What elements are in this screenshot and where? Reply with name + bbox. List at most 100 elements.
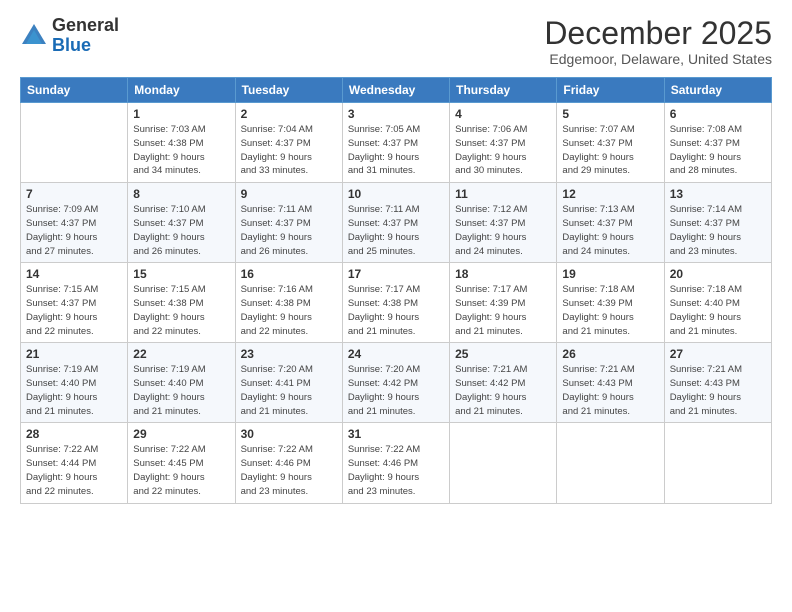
week-row-3: 21Sunrise: 7:19 AMSunset: 4:40 PMDayligh…	[21, 343, 772, 423]
day-info: Sunrise: 7:11 AMSunset: 4:37 PMDaylight:…	[348, 203, 444, 258]
header: General Blue December 2025 Edgemoor, Del…	[20, 16, 772, 67]
calendar-cell: 30 Sunrise: 7:22 AMSunset: 4:46 PMDayligh…	[235, 423, 342, 503]
day-info: Sunrise: 7:22 AMSunset: 4:46 PMDaylight:…	[241, 443, 337, 498]
calendar-cell: 29 Sunrise: 7:22 AMSunset: 4:45 PMDayligh…	[128, 423, 235, 503]
calendar-cell: 6 Sunrise: 7:08 AMSunset: 4:37 PMDaylight…	[664, 103, 771, 183]
calendar-cell: 5 Sunrise: 7:07 AMSunset: 4:37 PMDaylight…	[557, 103, 664, 183]
day-info: Sunrise: 7:12 AMSunset: 4:37 PMDaylight:…	[455, 203, 551, 258]
day-info: Sunrise: 7:09 AMSunset: 4:37 PMDaylight:…	[26, 203, 122, 258]
month-title: December 2025	[544, 16, 772, 51]
weekday-header-monday: Monday	[128, 78, 235, 103]
day-info: Sunrise: 7:10 AMSunset: 4:37 PMDaylight:…	[133, 203, 229, 258]
title-block: December 2025 Edgemoor, Delaware, United…	[544, 16, 772, 67]
calendar-cell: 18 Sunrise: 7:17 AMSunset: 4:39 PMDayligh…	[450, 263, 557, 343]
calendar-cell	[664, 423, 771, 503]
day-info: Sunrise: 7:03 AMSunset: 4:38 PMDaylight:…	[133, 123, 229, 178]
calendar-cell	[21, 103, 128, 183]
day-number: 10	[348, 187, 444, 201]
day-info: Sunrise: 7:14 AMSunset: 4:37 PMDaylight:…	[670, 203, 766, 258]
day-info: Sunrise: 7:18 AMSunset: 4:39 PMDaylight:…	[562, 283, 658, 338]
calendar-cell: 3 Sunrise: 7:05 AMSunset: 4:37 PMDaylight…	[342, 103, 449, 183]
day-info: Sunrise: 7:18 AMSunset: 4:40 PMDaylight:…	[670, 283, 766, 338]
day-info: Sunrise: 7:21 AMSunset: 4:42 PMDaylight:…	[455, 363, 551, 418]
day-number: 7	[26, 187, 122, 201]
day-number: 29	[133, 427, 229, 441]
logo-text: General Blue	[52, 16, 119, 56]
page: General Blue December 2025 Edgemoor, Del…	[0, 0, 792, 612]
calendar-cell: 9Sunrise: 7:11 AMSunset: 4:37 PMDaylight…	[235, 183, 342, 263]
day-info: Sunrise: 7:04 AMSunset: 4:37 PMDaylight:…	[241, 123, 337, 178]
calendar-cell: 20 Sunrise: 7:18 AMSunset: 4:40 PMDayligh…	[664, 263, 771, 343]
day-number: 25	[455, 347, 551, 361]
day-info: Sunrise: 7:07 AMSunset: 4:37 PMDaylight:…	[562, 123, 658, 178]
day-number: 20	[670, 267, 766, 281]
logo-icon	[20, 22, 48, 50]
day-info: Sunrise: 7:19 AMSunset: 4:40 PMDaylight:…	[26, 363, 122, 418]
day-info: Sunrise: 7:20 AMSunset: 4:42 PMDaylight:…	[348, 363, 444, 418]
day-info: Sunrise: 7:13 AMSunset: 4:37 PMDaylight:…	[562, 203, 658, 258]
calendar-cell: 4 Sunrise: 7:06 AMSunset: 4:37 PMDaylight…	[450, 103, 557, 183]
weekday-header-thursday: Thursday	[450, 78, 557, 103]
calendar-cell: 27 Sunrise: 7:21 AMSunset: 4:43 PMDayligh…	[664, 343, 771, 423]
calendar-cell: 2 Sunrise: 7:04 AMSunset: 4:37 PMDaylight…	[235, 103, 342, 183]
calendar-cell: 25 Sunrise: 7:21 AMSunset: 4:42 PMDayligh…	[450, 343, 557, 423]
day-number: 14	[26, 267, 122, 281]
day-number: 15	[133, 267, 229, 281]
day-info: Sunrise: 7:05 AMSunset: 4:37 PMDaylight:…	[348, 123, 444, 178]
location-subtitle: Edgemoor, Delaware, United States	[544, 51, 772, 67]
day-info: Sunrise: 7:15 AMSunset: 4:37 PMDaylight:…	[26, 283, 122, 338]
calendar-cell: 15 Sunrise: 7:15 AMSunset: 4:38 PMDayligh…	[128, 263, 235, 343]
logo: General Blue	[20, 16, 119, 56]
day-number: 9	[241, 187, 337, 201]
week-row-0: 1 Sunrise: 7:03 AMSunset: 4:38 PMDaylight…	[21, 103, 772, 183]
weekday-header-saturday: Saturday	[664, 78, 771, 103]
day-number: 3	[348, 107, 444, 121]
day-info: Sunrise: 7:16 AMSunset: 4:38 PMDaylight:…	[241, 283, 337, 338]
day-info: Sunrise: 7:06 AMSunset: 4:37 PMDaylight:…	[455, 123, 551, 178]
weekday-header-tuesday: Tuesday	[235, 78, 342, 103]
day-number: 28	[26, 427, 122, 441]
day-number: 30	[241, 427, 337, 441]
day-number: 18	[455, 267, 551, 281]
day-number: 4	[455, 107, 551, 121]
day-info: Sunrise: 7:21 AMSunset: 4:43 PMDaylight:…	[670, 363, 766, 418]
calendar-cell: 1 Sunrise: 7:03 AMSunset: 4:38 PMDaylight…	[128, 103, 235, 183]
day-info: Sunrise: 7:21 AMSunset: 4:43 PMDaylight:…	[562, 363, 658, 418]
day-info: Sunrise: 7:17 AMSunset: 4:38 PMDaylight:…	[348, 283, 444, 338]
day-number: 11	[455, 187, 551, 201]
day-info: Sunrise: 7:17 AMSunset: 4:39 PMDaylight:…	[455, 283, 551, 338]
weekday-header-sunday: Sunday	[21, 78, 128, 103]
weekday-header-friday: Friday	[557, 78, 664, 103]
day-number: 23	[241, 347, 337, 361]
day-info: Sunrise: 7:20 AMSunset: 4:41 PMDaylight:…	[241, 363, 337, 418]
week-row-1: 7 Sunrise: 7:09 AMSunset: 4:37 PMDaylight…	[21, 183, 772, 263]
day-number: 2	[241, 107, 337, 121]
calendar-cell: 21Sunrise: 7:19 AMSunset: 4:40 PMDayligh…	[21, 343, 128, 423]
day-number: 26	[562, 347, 658, 361]
calendar-cell: 23 Sunrise: 7:20 AMSunset: 4:41 PMDayligh…	[235, 343, 342, 423]
day-info: Sunrise: 7:15 AMSunset: 4:38 PMDaylight:…	[133, 283, 229, 338]
calendar-cell: 13 Sunrise: 7:14 AMSunset: 4:37 PMDayligh…	[664, 183, 771, 263]
calendar-cell: 14 Sunrise: 7:15 AMSunset: 4:37 PMDayligh…	[21, 263, 128, 343]
day-number: 8	[133, 187, 229, 201]
day-info: Sunrise: 7:22 AMSunset: 4:44 PMDaylight:…	[26, 443, 122, 498]
calendar-cell: 19Sunrise: 7:18 AMSunset: 4:39 PMDayligh…	[557, 263, 664, 343]
day-number: 13	[670, 187, 766, 201]
day-number: 1	[133, 107, 229, 121]
day-number: 6	[670, 107, 766, 121]
day-info: Sunrise: 7:22 AMSunset: 4:45 PMDaylight:…	[133, 443, 229, 498]
calendar-cell: 17 Sunrise: 7:17 AMSunset: 4:38 PMDayligh…	[342, 263, 449, 343]
day-number: 27	[670, 347, 766, 361]
logo-general-label: General	[52, 16, 119, 36]
day-number: 5	[562, 107, 658, 121]
day-number: 17	[348, 267, 444, 281]
day-number: 31	[348, 427, 444, 441]
calendar-cell: 22Sunrise: 7:19 AMSunset: 4:40 PMDayligh…	[128, 343, 235, 423]
day-info: Sunrise: 7:08 AMSunset: 4:37 PMDaylight:…	[670, 123, 766, 178]
day-number: 12	[562, 187, 658, 201]
calendar-cell: 10 Sunrise: 7:11 AMSunset: 4:37 PMDayligh…	[342, 183, 449, 263]
calendar-cell: 11 Sunrise: 7:12 AMSunset: 4:37 PMDayligh…	[450, 183, 557, 263]
day-number: 16	[241, 267, 337, 281]
calendar-cell: 28 Sunrise: 7:22 AMSunset: 4:44 PMDayligh…	[21, 423, 128, 503]
calendar-cell	[450, 423, 557, 503]
